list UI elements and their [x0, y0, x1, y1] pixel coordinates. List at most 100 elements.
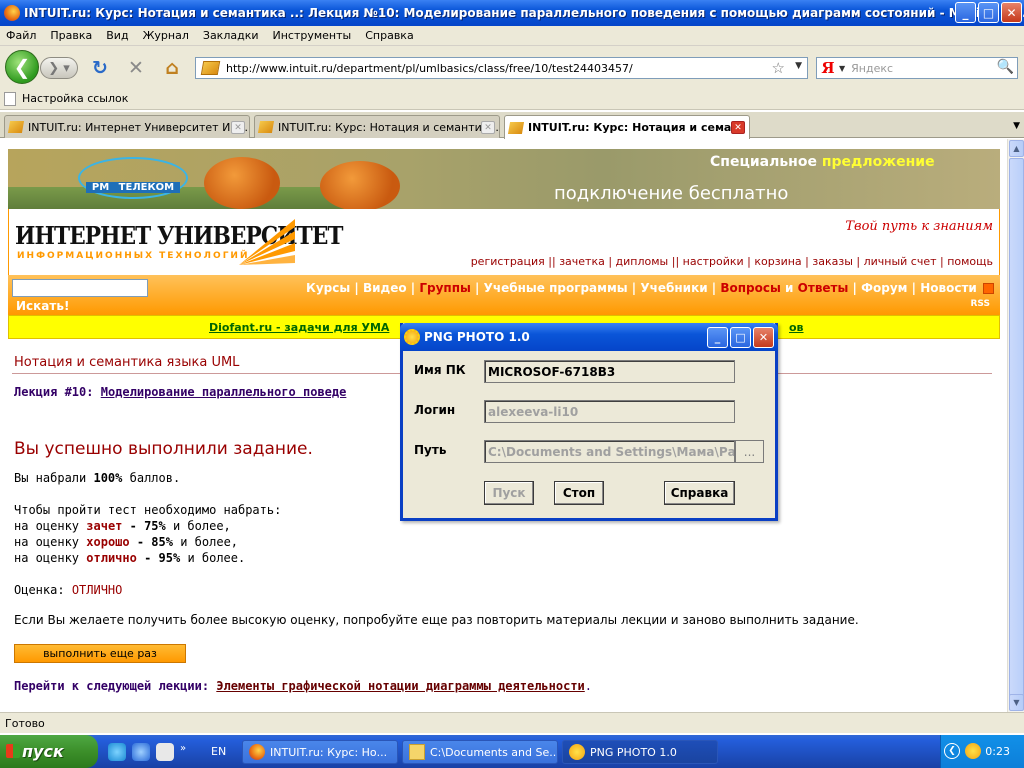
task-firefox[interactable]: INTUIT.ru: Курс: Но... — [242, 740, 398, 764]
task-explorer[interactable]: C:\Documents and Se... — [402, 740, 558, 764]
nav-courses-video[interactable]: Курсы | Видео | — [306, 281, 415, 295]
close-button[interactable]: ✕ — [1001, 2, 1022, 23]
language-indicator[interactable]: EN — [211, 745, 226, 758]
lecture-line: Лекция #10: Моделирование параллельного … — [14, 385, 346, 399]
task-png-photo[interactable]: PNG PHOTO 1.0 — [562, 740, 718, 764]
ad-link[interactable]: Diofant.ru - задачи для УМА — [209, 321, 389, 334]
nav-answers[interactable]: Ответы — [798, 281, 849, 295]
dialog-title: PNG PHOTO 1.0 — [424, 330, 530, 344]
menu-file[interactable]: Файл — [6, 29, 36, 42]
windows-flag-icon — [6, 744, 20, 758]
tray-expand-icon[interactable]: ❮ — [944, 743, 960, 759]
banner-subline: подключение бесплатно — [554, 183, 789, 204]
url-dropdown-icon[interactable]: ▼ — [795, 61, 802, 71]
sun-icon[interactable] — [965, 743, 981, 759]
reload-button[interactable]: ↻ — [88, 56, 112, 80]
stop-button-dialog[interactable]: Стоп — [554, 481, 604, 505]
menu-edit[interactable]: Правка — [50, 29, 92, 42]
search-icon[interactable]: 🔍 — [997, 59, 1014, 75]
menu-help[interactable]: Справка — [365, 29, 413, 42]
help-button-dialog[interactable]: Справка — [664, 481, 735, 505]
bookmark-star-icon[interactable]: ☆ — [772, 59, 785, 77]
g3-value: - 95% — [144, 551, 181, 565]
pumpkin-image — [204, 157, 280, 209]
next-lecture-link[interactable]: Элементы графической нотации диаграммы д… — [216, 679, 584, 693]
account-links[interactable]: регистрация || зачетка | дипломы || наст… — [471, 255, 993, 268]
nav-forum-news[interactable]: | Форум | Новости — [853, 281, 977, 295]
scroll-up-icon[interactable]: ▲ — [1009, 140, 1024, 157]
tab-2[interactable]: INTUIT.ru: Курс: Нотация и семантик... ✕ — [254, 115, 500, 138]
grade-requirement-2: на оценку хорошо - 85% и более, — [14, 535, 238, 549]
home-icon: ⌂ — [165, 57, 179, 79]
nav-groups[interactable]: Группы — [419, 281, 471, 295]
tab-close-icon[interactable]: ✕ — [731, 121, 745, 134]
pumpkin-image — [320, 161, 400, 209]
forward-button[interactable]: ❯ ▾ — [40, 57, 78, 79]
ad-banner[interactable]: РМ ТЕЛЕКОМ Специальное предложение подкл… — [8, 149, 1000, 209]
dialog-maximize-button[interactable]: □ — [730, 327, 751, 348]
menu-tools[interactable]: Инструменты — [273, 29, 352, 42]
g3-pre: на оценку — [14, 551, 80, 565]
internet-explorer-icon[interactable] — [132, 743, 150, 761]
tab-bar: INTUIT.ru: Интернет Университет Ин... ✕ … — [0, 112, 1024, 139]
tab-1[interactable]: INTUIT.ru: Интернет Университет Ин... ✕ — [4, 115, 250, 138]
status-bar: Готово — [0, 712, 1024, 733]
tab-close-icon[interactable]: ✕ — [231, 121, 245, 134]
site-menu: Искать! Курсы | Видео | Группы | Учебные… — [8, 275, 1000, 315]
rss-icon[interactable] — [983, 283, 994, 294]
tab-close-icon[interactable]: ✕ — [481, 121, 495, 134]
course-title: Нотация и семантика языка UML — [14, 355, 240, 370]
yandex-engine-icon[interactable]: Я — [817, 58, 839, 78]
back-button[interactable]: ❮ — [5, 50, 39, 84]
rss-label[interactable]: RSS — [971, 299, 991, 309]
stop-button[interactable]: ✕ — [124, 56, 148, 80]
tab-favicon-icon — [257, 121, 275, 133]
start-button[interactable]: пуск — [0, 735, 98, 768]
url-bar[interactable]: http://www.intuit.ru/department/pl/umlba… — [195, 57, 808, 79]
site-search-input[interactable] — [12, 279, 148, 297]
home-button[interactable]: ⌂ — [160, 56, 184, 80]
minimize-button[interactable]: _ — [955, 2, 976, 23]
menu-bookmarks[interactable]: Закладки — [203, 29, 259, 42]
search-bar[interactable]: Я ▼ Яндекс 🔍 — [816, 57, 1018, 79]
scroll-thumb[interactable] — [1009, 158, 1024, 698]
bookmark-item[interactable]: Настройка ссылок — [22, 92, 128, 105]
ad-link-end[interactable]: ов — [789, 321, 804, 334]
maximize-button[interactable]: □ — [978, 2, 999, 23]
scroll-down-icon[interactable]: ▼ — [1009, 694, 1024, 711]
desktop-icon[interactable] — [156, 743, 174, 761]
expand-quicklaunch-icon[interactable]: » — [180, 743, 190, 761]
lecture-link[interactable]: Моделирование параллельного поведе — [101, 385, 347, 399]
login-field[interactable]: alexeeva-li10 — [484, 400, 735, 423]
tab-list-icon[interactable]: ▼ — [1013, 121, 1020, 131]
tab-3-active[interactable]: INTUIT.ru: Курс: Нотация и сема... ✕ — [504, 115, 750, 139]
site-search-button[interactable]: Искать! — [16, 299, 69, 313]
dialog-minimize-button[interactable]: _ — [707, 327, 728, 348]
vertical-scrollbar[interactable]: ▲ ▼ — [1007, 139, 1024, 712]
nav-questions[interactable]: Вопросы — [720, 281, 780, 295]
menu-view[interactable]: Вид — [106, 29, 128, 42]
pc-name-field[interactable]: MICROSOF-6718B3 — [484, 360, 735, 383]
window-title: INTUIT.ru: Курс: Нотация и семантика ..:… — [24, 6, 1024, 20]
g2-pre: на оценку — [14, 535, 80, 549]
menu-history[interactable]: Журнал — [143, 29, 189, 42]
brand-name: ТЕЛЕКОМ — [115, 182, 178, 193]
banner-line1b: предложение — [821, 154, 935, 170]
task-label: C:\Documents and Se... — [430, 745, 558, 759]
skype-icon[interactable] — [108, 743, 126, 761]
dialog-close-button[interactable]: ✕ — [753, 327, 774, 348]
browse-button[interactable]: ... — [735, 440, 764, 463]
retry-button[interactable]: выполнить еще раз — [14, 644, 186, 663]
task-label: PNG PHOTO 1.0 — [590, 745, 677, 759]
nav-programs-books[interactable]: | Учебные программы | Учебники | — [475, 281, 716, 295]
engine-dropdown-icon[interactable]: ▼ — [839, 64, 845, 73]
status-text: Готово — [5, 716, 45, 730]
clock[interactable]: 0:23 — [985, 745, 1010, 758]
tab-favicon-icon — [7, 121, 25, 133]
score-pre: Вы набрали — [14, 471, 87, 485]
grade-line: Оценка: ОТЛИЧНО — [14, 583, 122, 597]
path-field[interactable]: C:\Documents and Settings\Мама\Раб — [484, 440, 735, 463]
start-button-dialog[interactable]: Пуск — [484, 481, 534, 505]
window-titlebar: INTUIT.ru: Курс: Нотация и семантика ..:… — [0, 0, 1024, 26]
score-post: баллов. — [129, 471, 181, 485]
